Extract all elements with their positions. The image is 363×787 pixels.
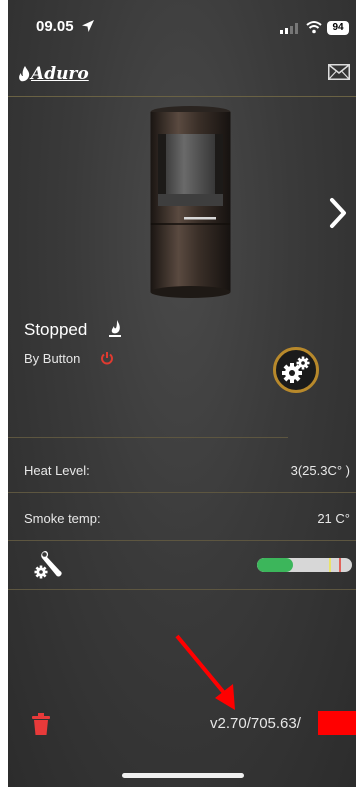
- home-indicator[interactable]: [122, 773, 244, 778]
- app-screen: 09.05 94 Aduro Stopped By Button Heat Le…: [8, 0, 356, 787]
- stove-state-label: Stopped: [24, 320, 88, 339]
- flame-logo-icon: [19, 66, 30, 82]
- heat-gauge: [257, 558, 352, 572]
- gauge-marker-red: [339, 558, 341, 572]
- redaction-box: [318, 711, 356, 735]
- divider: [8, 492, 356, 493]
- flame-status-icon: [109, 320, 121, 337]
- power-icon: [101, 352, 113, 365]
- status-time: 09.05: [36, 18, 74, 35]
- annotation-arrow: [175, 634, 235, 710]
- wifi-icon: [306, 21, 322, 34]
- chevron-right-icon[interactable]: [328, 197, 348, 229]
- trash-icon[interactable]: [32, 713, 50, 735]
- stove-state-source: By Button: [24, 351, 81, 366]
- aduro-logo: Aduro: [18, 64, 89, 84]
- settings-button[interactable]: [273, 347, 319, 393]
- wrench-gear-icon[interactable]: [32, 547, 66, 581]
- gauge-fill: [257, 558, 294, 572]
- mail-icon[interactable]: [328, 64, 350, 80]
- smoke-temp-value: 21 C°: [317, 511, 350, 526]
- heat-level-value: 3(25.3C° ): [290, 463, 350, 478]
- heat-level-label: Heat Level:: [24, 463, 90, 478]
- divider: [8, 540, 356, 541]
- brand-name: Aduro: [31, 64, 89, 84]
- cellular-signal-icon: [280, 23, 298, 34]
- gears-icon: [282, 356, 310, 383]
- smoke-temp-label: Smoke temp:: [24, 511, 101, 526]
- divider: [8, 589, 356, 590]
- app-header: Aduro: [8, 58, 356, 97]
- version-label: v2.70/705.63/: [210, 715, 301, 732]
- battery-indicator: 94: [327, 21, 349, 35]
- status-bar: 09.05 94: [8, 0, 356, 46]
- gauge-marker-yellow: [329, 558, 331, 572]
- location-arrow-icon: [82, 20, 94, 32]
- divider: [8, 437, 288, 438]
- stove-image: [150, 106, 231, 298]
